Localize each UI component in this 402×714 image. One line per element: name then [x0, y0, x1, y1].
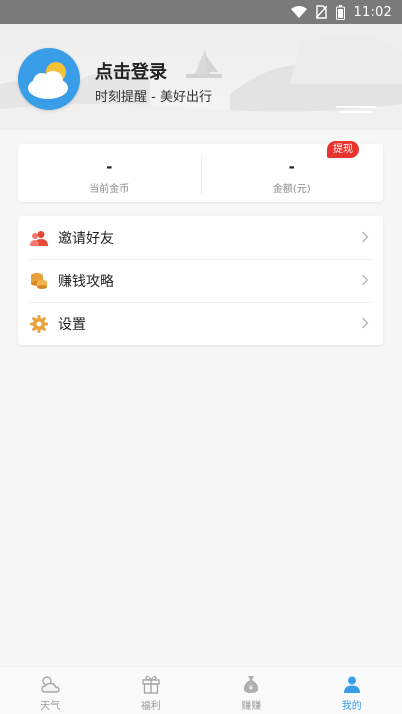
tab-weather[interactable]: 天气 — [0, 667, 101, 714]
profile-icon — [340, 673, 364, 695]
status-bar: 11:02 — [0, 0, 402, 24]
menu-item-earning-guide[interactable]: 赚钱攻略 — [18, 259, 383, 302]
profile-header: 点击登录 时刻提醒 - 美好出行 — [0, 24, 402, 130]
current-coins-stat[interactable]: - 当前金币 — [18, 144, 201, 202]
coins-label: 当前金币 — [89, 184, 130, 195]
menu-label: 邀请好友 — [58, 230, 114, 247]
tab-label: 我的 — [341, 701, 362, 712]
login-prompt[interactable]: 点击登录 — [95, 58, 167, 84]
header-decoration-lines — [336, 106, 376, 118]
gear-icon — [30, 314, 48, 333]
no-sim-icon — [315, 5, 327, 19]
tab-label: 天气 — [40, 701, 61, 712]
tab-label: 福利 — [140, 701, 161, 712]
battery-icon — [335, 4, 345, 20]
invite-friends-icon — [30, 229, 48, 247]
bottom-tab-bar: 天气 福利 ¥ 赚赚 我的 — [0, 666, 402, 714]
menu-item-invite-friends[interactable]: 邀请好友 — [18, 216, 383, 259]
tab-label: 赚赚 — [241, 701, 262, 712]
coins-stack-icon — [30, 272, 48, 290]
balance-value: - — [288, 158, 295, 176]
tab-welfare[interactable]: 福利 — [101, 667, 202, 714]
chevron-right-icon — [362, 274, 369, 286]
chevron-right-icon — [362, 231, 369, 243]
withdraw-badge[interactable]: 提现 — [327, 141, 359, 158]
menu-label: 赚钱攻略 — [58, 273, 114, 290]
login-subtitle: 时刻提醒 - 美好出行 — [95, 90, 212, 105]
tab-mine[interactable]: 我的 — [302, 667, 402, 714]
weather-icon — [38, 673, 62, 695]
menu-label: 设置 — [58, 316, 86, 333]
chevron-right-icon — [362, 317, 369, 329]
gift-icon — [139, 673, 163, 695]
status-time: 11:02 — [353, 4, 392, 20]
weather-cloud-sun-icon — [28, 62, 68, 99]
tab-earn[interactable]: ¥ 赚赚 — [201, 667, 302, 714]
wifi-icon — [290, 6, 307, 18]
money-bag-icon: ¥ — [239, 673, 263, 695]
balance-stat[interactable]: 提现 - 金额(元) — [200, 141, 384, 202]
svg-text:¥: ¥ — [249, 684, 254, 692]
balance-label: 金额(元) — [272, 184, 311, 195]
menu-card: 邀请好友 赚钱攻略 设置 — [18, 216, 383, 345]
menu-item-settings[interactable]: 设置 — [18, 302, 383, 345]
stats-card: - 当前金币 提现 - 金额(元) — [18, 141, 384, 202]
avatar[interactable] — [18, 48, 80, 110]
coins-value: - — [106, 158, 113, 176]
